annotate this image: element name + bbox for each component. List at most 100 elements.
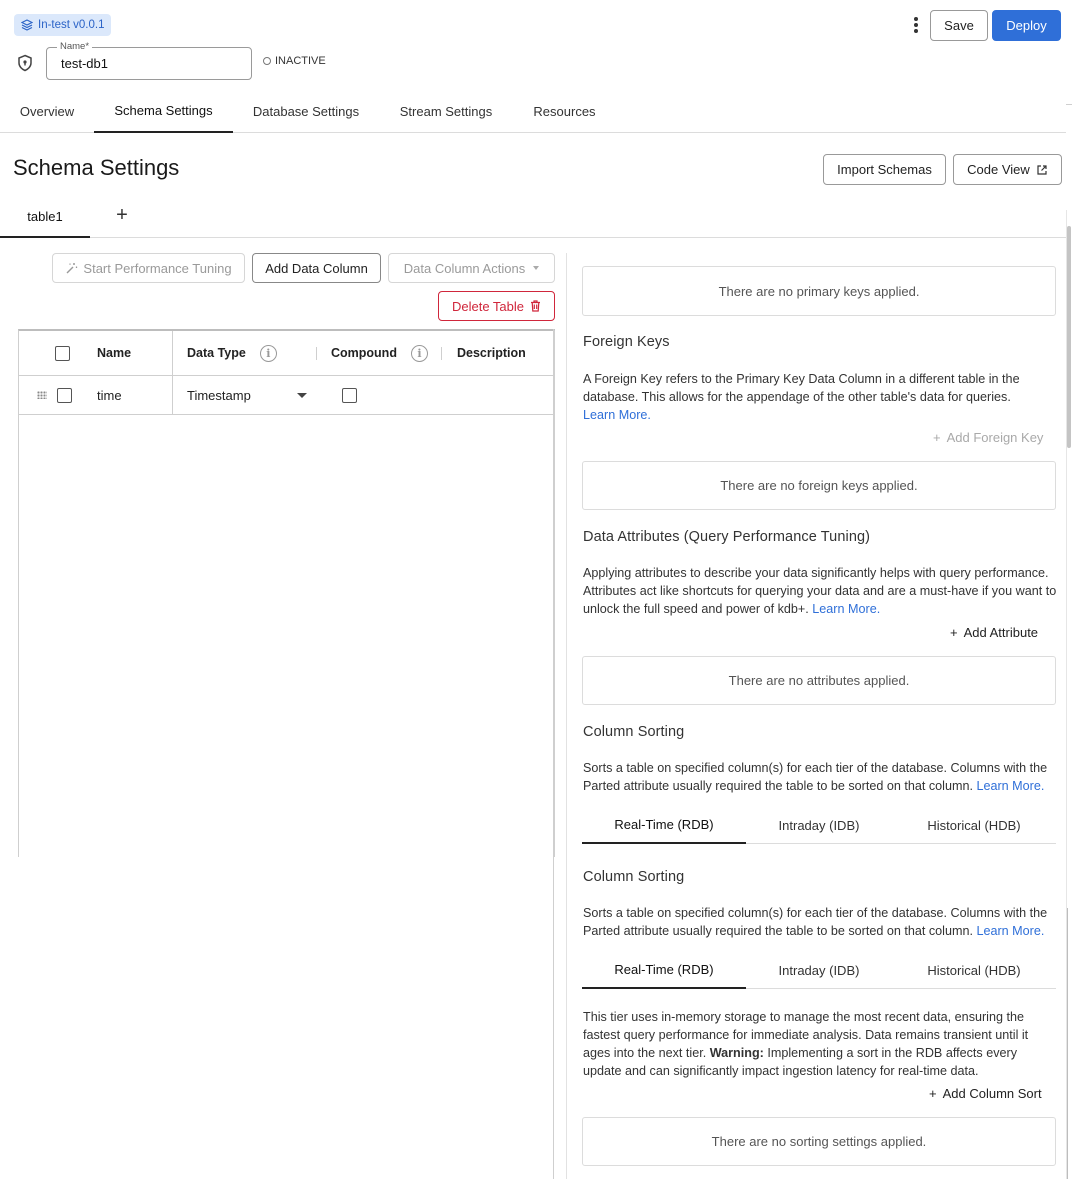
column-separator — [441, 347, 442, 360]
code-view-label: Code View — [967, 162, 1030, 177]
attributes-empty: There are no attributes applied. — [582, 656, 1056, 705]
data-type-value: Timestamp — [187, 387, 251, 403]
compound-checkbox[interactable] — [342, 387, 357, 403]
info-icon[interactable]: i — [259, 344, 277, 362]
add-column-sort-label: Add Column Sort — [942, 1086, 1042, 1101]
plus-icon: + — [929, 1086, 937, 1101]
sorting-learn-more-link[interactable]: Learn More. — [976, 924, 1044, 938]
warning-label: Warning: — [709, 1046, 764, 1060]
row-name[interactable]: time — [97, 376, 122, 414]
tier-description: This tier uses in-memory storage to mana… — [583, 1010, 1029, 1078]
data-column-actions-dropdown[interactable]: Data Column Actions — [388, 253, 555, 283]
divider — [1066, 104, 1072, 105]
data-attributes-title: Data Attributes (Query Performance Tunin… — [583, 529, 871, 545]
status-text: INACTIVE — [275, 55, 326, 67]
layers-icon — [21, 19, 33, 31]
scrollbar-thumb[interactable] — [1067, 226, 1071, 448]
name-field[interactable]: Name* test-db1 — [46, 41, 252, 80]
select-all-cell — [55, 331, 70, 375]
column-divider — [172, 331, 173, 415]
add-foreign-key-label: Add Foreign Key — [946, 430, 1044, 445]
tab-resources[interactable]: Resources — [513, 90, 616, 132]
import-schemas-button[interactable]: Import Schemas — [823, 154, 946, 185]
data-attributes-description: Applying attributes to describe your dat… — [583, 566, 1057, 616]
grid-header: Name Data Type i Compound i Description — [19, 331, 554, 376]
scrollbar-track[interactable] — [1067, 908, 1068, 1179]
tier-tab-rdb[interactable]: Real-Time (RDB) — [582, 951, 746, 989]
foreign-keys-empty: There are no foreign keys applied. — [582, 461, 1056, 510]
add-data-column-button[interactable]: Add Data Column — [252, 253, 381, 283]
trash-icon — [531, 300, 541, 312]
data-column-actions-label: Data Column Actions — [403, 260, 526, 276]
tab-overview[interactable]: Overview — [0, 90, 94, 132]
plus-icon: + — [933, 430, 941, 445]
attributes-learn-more-link[interactable]: Learn More. — [812, 602, 880, 616]
primary-keys-empty: There are no primary keys applied. — [582, 266, 1056, 316]
name-field-value[interactable]: test-db1 — [61, 56, 108, 71]
tab-database-settings[interactable]: Database Settings — [233, 90, 379, 132]
main-tabs: Overview Schema Settings Database Settin… — [0, 90, 1066, 133]
data-type-select[interactable]: Timestamp — [187, 376, 307, 414]
column-sorting-description: Sorts a table on specified column(s) for… — [583, 761, 1048, 793]
tab-stream-settings[interactable]: Stream Settings — [379, 90, 513, 132]
tier-tab-rdb[interactable]: Real-Time (RDB) — [582, 806, 746, 844]
more-options-icon[interactable] — [909, 15, 923, 35]
table-tabs: table1 + — [0, 197, 1066, 238]
deploy-button[interactable]: Deploy — [992, 10, 1061, 41]
column-separator — [316, 347, 317, 360]
tab-table1[interactable]: table1 — [0, 197, 90, 238]
delete-table-button[interactable]: Delete Table — [438, 291, 555, 321]
tier-tab-idb[interactable]: Intraday (IDB) — [737, 806, 901, 844]
shield-icon — [18, 54, 32, 72]
drag-handle-icon[interactable] — [37, 376, 47, 414]
table-row[interactable]: time Timestamp — [19, 376, 554, 415]
header-compound[interactable]: Compound i — [331, 331, 428, 375]
chevron-down-icon — [533, 266, 540, 270]
foreign-keys-description: A Foreign Key refers to the Primary Key … — [583, 372, 1020, 422]
external-link-icon — [1037, 164, 1047, 175]
select-all-checkbox[interactable] — [55, 345, 70, 361]
divider — [553, 329, 554, 1179]
add-column-sort-button[interactable]: + Add Column Sort — [929, 1086, 1042, 1101]
header-name[interactable]: Name — [97, 331, 131, 375]
plus-icon: + — [950, 625, 958, 640]
columns-grid: Name Data Type i Compound i Description … — [18, 329, 555, 857]
info-icon[interactable]: i — [410, 344, 428, 362]
row-checkbox[interactable] — [57, 387, 72, 403]
caret-down-icon — [297, 392, 307, 398]
sorting-learn-more-link[interactable]: Learn More. — [976, 779, 1044, 793]
save-button[interactable]: Save — [930, 10, 988, 41]
add-attribute-label: Add Attribute — [963, 625, 1039, 640]
header-data-type-label: Data Type — [187, 346, 246, 360]
foreign-keys-learn-more-link[interactable]: Learn More. — [583, 408, 651, 422]
tier-tab-hdb[interactable]: Historical (HDB) — [892, 951, 1056, 989]
header-compound-label: Compound — [331, 346, 397, 360]
version-badge[interactable]: In-test v0.0.1 — [14, 14, 112, 36]
row-select-cell — [57, 376, 72, 414]
header-data-type[interactable]: Data Type i — [187, 331, 277, 375]
page-title: Schema Settings — [13, 155, 180, 180]
sorting-empty: There are no sorting settings applied. — [582, 1117, 1056, 1166]
tab-schema-settings[interactable]: Schema Settings — [94, 90, 233, 133]
name-field-label: Name* — [57, 41, 93, 52]
add-foreign-key-button[interactable]: + Add Foreign Key — [933, 430, 1043, 445]
foreign-keys-title: Foreign Keys — [583, 334, 670, 350]
column-sorting-title: Column Sorting — [583, 724, 685, 740]
magic-wand-icon — [66, 262, 78, 273]
header-description[interactable]: Description — [457, 331, 526, 375]
start-performance-tuning-button[interactable]: Start Performance Tuning — [52, 253, 245, 283]
compound-cell — [342, 376, 357, 414]
tier-tab-hdb[interactable]: Historical (HDB) — [892, 806, 1056, 844]
add-table-icon[interactable]: + — [112, 205, 132, 225]
tier-tabs: Real-Time (RDB) Intraday (IDB) Historica… — [582, 806, 1056, 844]
column-sorting-description: Sorts a table on specified column(s) for… — [583, 906, 1048, 938]
code-view-button[interactable]: Code View — [953, 154, 1062, 185]
add-attribute-button[interactable]: + Add Attribute — [950, 625, 1038, 640]
pane-divider[interactable] — [566, 253, 567, 1179]
tier-tabs: Real-Time (RDB) Intraday (IDB) Historica… — [582, 951, 1056, 989]
delete-table-label: Delete Table — [451, 298, 525, 314]
status-indicator: INACTIVE — [263, 55, 326, 67]
status-dot-icon — [263, 57, 271, 65]
column-sorting-title: Column Sorting — [583, 869, 685, 885]
tier-tab-idb[interactable]: Intraday (IDB) — [737, 951, 901, 989]
